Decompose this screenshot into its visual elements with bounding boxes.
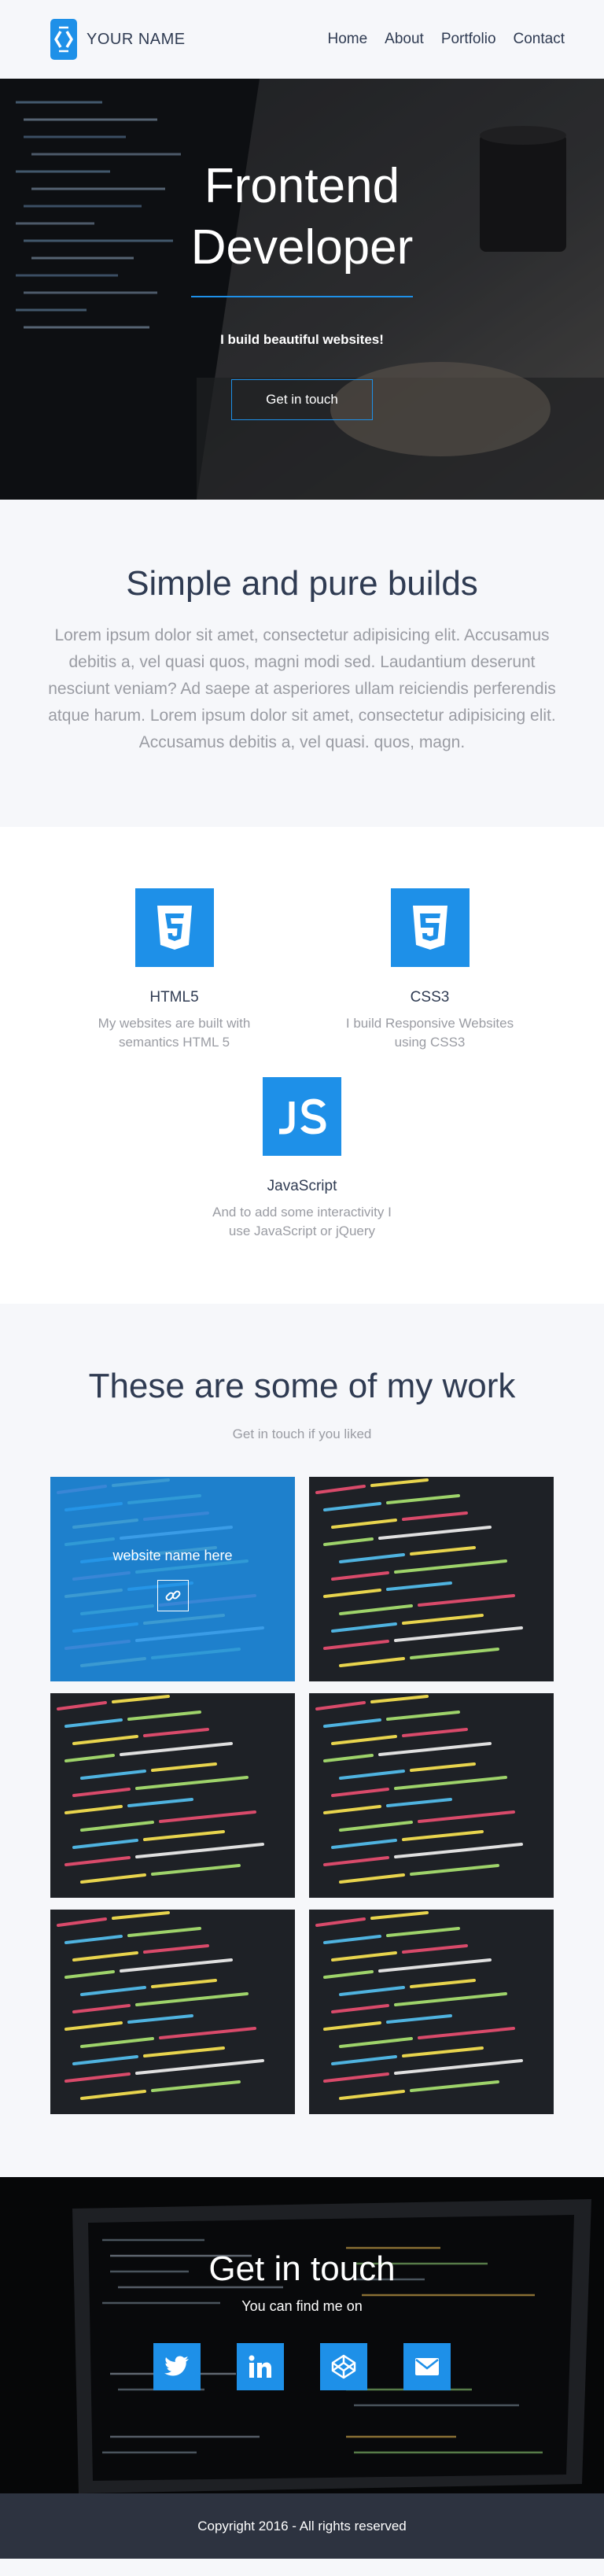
portfolio-item[interactable] [50,1693,295,1898]
portfolio-item[interactable] [309,1477,554,1681]
nav-link-about[interactable]: About [385,31,424,48]
main-menu: Home About Portfolio Contact [327,31,565,48]
hero-section: Frontend Developer I build beautiful web… [0,79,604,500]
code-brackets-logo-icon [50,19,77,60]
portfolio-section: These are some of my work Get in touch i… [0,1304,604,2177]
skills-section: HTML5 My websites are built with semanti… [0,827,604,1304]
get-in-touch-button[interactable]: Get in touch [231,379,373,420]
skill-description: And to add some interactivity I use Java… [212,1205,392,1238]
portfolio-item[interactable]: website name here [50,1477,295,1681]
codepen-icon[interactable] [320,2343,367,2390]
intro-section: Simple and pure builds Lorem ipsum dolor… [0,500,604,827]
portfolio-item[interactable] [309,1693,554,1898]
skill-title: JavaScript [267,1178,337,1194]
skill-card-javascript: JavaScript And to add some interactivity… [175,1077,430,1241]
nav-link-home[interactable]: Home [327,31,367,48]
hero-subtitle: I build beautiful websites! [220,332,384,347]
portfolio-title: These are some of my work [88,1367,516,1405]
portfolio-subtitle: Get in touch if you liked [232,1426,372,1441]
code-screenshot-thumbnail [309,1477,554,1681]
portfolio-grid: website name here [50,1477,554,2114]
portfolio-item-title: website name here [112,1547,233,1563]
skills-grid: HTML5 My websites are built with semanti… [46,888,558,1241]
social-links [153,2343,451,2390]
contact-content: Get in touch You can find me on [0,2177,604,2493]
brand-name: YOUR NAME [87,30,186,48]
skill-title: CSS3 [410,989,450,1006]
javascript-icon [263,1077,341,1156]
hero-content: Frontend Developer I build beautiful web… [0,79,604,500]
hero-title: Frontend Developer [191,156,414,279]
email-icon[interactable] [403,2343,451,2390]
brand[interactable]: YOUR NAME [50,19,186,60]
nav-link-portfolio[interactable]: Portfolio [441,31,496,48]
hero-title-line-1: Frontend [204,159,400,213]
copyright-text: Copyright 2016 - All rights reserved [197,2518,407,2534]
nav-link-contact[interactable]: Contact [514,31,565,48]
hero-title-line-2: Developer [190,220,414,275]
skill-description: I build Responsive Websites using CSS3 [345,1016,514,1050]
code-screenshot-thumbnail [50,1910,295,2114]
intro-title: Simple and pure builds [126,564,478,603]
contact-title: Get in touch [208,2249,396,2288]
top-navbar: YOUR NAME Home About Portfolio Contact [0,0,604,79]
html5-icon [134,888,214,967]
skill-card-html5: HTML5 My websites are built with semanti… [46,888,302,1052]
contact-subtitle: You can find me on [241,2298,363,2314]
footer: Copyright 2016 - All rights reserved [0,2493,604,2559]
skill-description: My websites are built with semantics HTM… [98,1016,251,1050]
contact-section: Get in touch You can find me on [0,2177,604,2493]
code-screenshot-thumbnail [309,1910,554,2114]
intro-body: Lorem ipsum dolor sit amet, consectetur … [48,626,556,751]
skill-title: HTML5 [149,989,199,1006]
portfolio-item[interactable] [50,1910,295,2114]
css3-icon [390,888,470,967]
portfolio-item[interactable] [309,1910,554,2114]
twitter-icon[interactable] [153,2343,201,2390]
code-screenshot-thumbnail [309,1693,554,1898]
hero-divider [191,296,413,297]
linkedin-icon[interactable] [237,2343,284,2390]
skill-card-css3: CSS3 I build Responsive Websites using C… [302,888,558,1052]
code-screenshot-thumbnail [50,1693,295,1898]
portfolio-item-overlay: website name here [50,1477,295,1681]
link-icon[interactable] [157,1579,189,1611]
